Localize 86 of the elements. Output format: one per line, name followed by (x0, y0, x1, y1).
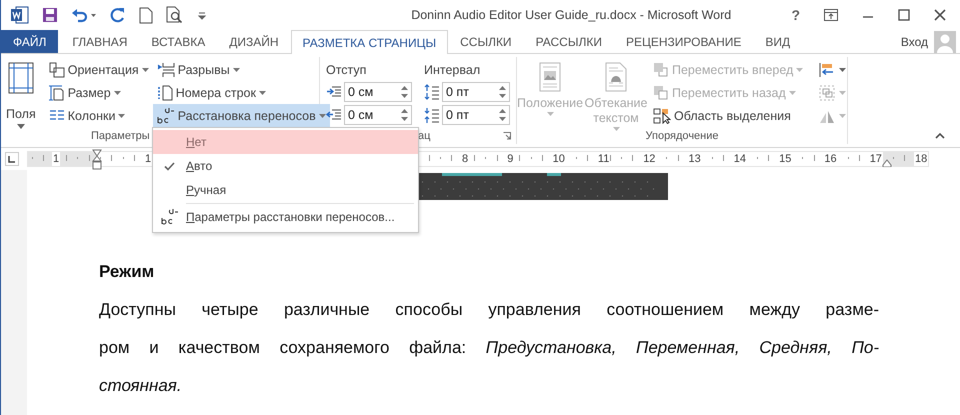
sign-in-link[interactable]: Вход (900, 34, 928, 48)
section-heading: Режим (99, 261, 156, 283)
window-title: Doninn Audio Editor User Guide_ru.docx - Microsoft Word (410, 8, 732, 22)
caret-icon (839, 114, 846, 118)
redo-icon[interactable] (110, 7, 126, 23)
section-label: Отступ (326, 62, 368, 79)
align-icon (819, 62, 836, 78)
caret-icon (142, 68, 149, 72)
ribbon-button[interactable]: Область выделения (649, 104, 808, 127)
help-button[interactable]: ? (791, 7, 800, 23)
spin-field[interactable]: 0 см (344, 104, 412, 124)
indent-left-icon (326, 86, 342, 98)
page-break-icon (156, 62, 175, 78)
hyphenation-icon (160, 209, 178, 225)
group-icon (819, 84, 836, 100)
spin-arrows-icon[interactable] (499, 108, 506, 122)
undo-icon[interactable] (71, 7, 97, 23)
customize-caret-icon[interactable] (197, 10, 207, 20)
ribbon-button[interactable]: Размер (44, 81, 153, 104)
spin-field[interactable]: 0 пт (442, 82, 510, 102)
checkmark-icon (164, 162, 175, 170)
ruler-number: 1 (52, 152, 60, 166)
ribbon-display-icon[interactable] (824, 9, 838, 21)
caret-icon (839, 90, 846, 94)
ribbon-tab[interactable]: ССЫЛКИ (448, 30, 524, 53)
hyphenation-icon (156, 108, 175, 124)
ribbon-button[interactable]: Ориентация (44, 58, 153, 81)
margins-button[interactable]: Поля (1, 58, 41, 128)
ribbon-tab[interactable]: ГЛАВНАЯ (60, 30, 140, 53)
ribbon-button[interactable]: Колонки (44, 104, 153, 127)
group-label: Параметры (91, 130, 150, 142)
caret-icon (232, 68, 240, 72)
new-document-icon[interactable] (139, 6, 153, 24)
spacing-before-icon (424, 84, 440, 100)
ribbon-button[interactable]: Номера строк (152, 81, 330, 104)
caret-icon (114, 90, 121, 94)
file-tab[interactable]: ФАЙЛ (1, 30, 58, 53)
menu-item[interactable]: Параметры расстановки переносов... (153, 205, 418, 229)
collapse-ribbon-icon[interactable] (935, 132, 945, 139)
close-icon[interactable] (934, 9, 946, 21)
spin-arrows-icon[interactable] (499, 84, 506, 98)
dialog-launcher-icon[interactable] (503, 132, 511, 140)
indent-marker-icon[interactable] (92, 149, 102, 171)
caret-icon (612, 127, 620, 131)
line-numbers-icon (156, 84, 173, 100)
text-wrap-icon (605, 62, 627, 92)
indent-right-icon (326, 108, 342, 120)
bring-forward-icon (653, 62, 669, 78)
caret-icon (796, 68, 804, 72)
spin-arrows-icon[interactable] (401, 108, 408, 122)
save-icon[interactable] (42, 7, 58, 23)
spin-field[interactable]: 0 пт (442, 104, 510, 124)
caret-icon (118, 114, 126, 118)
word-logo-icon[interactable] (11, 6, 29, 24)
spin-arrows-icon[interactable] (401, 84, 408, 98)
ribbon-tab[interactable]: ВИД (753, 30, 802, 53)
group-label: ац (418, 130, 430, 142)
page-size-icon (48, 84, 65, 100)
selection-pane-icon (653, 108, 671, 124)
caret-icon (258, 90, 266, 94)
caret-icon (16, 124, 25, 129)
ribbon-tab[interactable]: РАЗМЕТКА СТРАНИЦЫ (290, 30, 448, 54)
ribbon-button[interactable]: Расстановка переносов (152, 104, 330, 127)
group-label: Упорядочение (646, 130, 718, 142)
caret-icon (788, 90, 796, 94)
menu-item[interactable]: Нет (153, 130, 418, 154)
caret-icon (839, 68, 846, 72)
margins-icon (8, 62, 34, 94)
caret-icon (318, 114, 326, 118)
spacing-after-icon (424, 106, 440, 122)
ribbon-tab[interactable]: РЕЦЕНЗИРОВАНИЕ (614, 30, 754, 53)
orientation-icon (48, 62, 65, 78)
ribbon-tab[interactable]: ДИЗАЙН (217, 30, 291, 53)
section-label: Интервал (424, 62, 482, 79)
maximize-icon[interactable] (898, 9, 910, 21)
spin-field[interactable]: 0 см (344, 82, 412, 102)
print-preview-icon[interactable] (166, 6, 184, 24)
ribbon-tab[interactable]: РАССЫЛКИ (524, 30, 614, 53)
right-indent-marker-icon[interactable] (882, 159, 892, 167)
image-position-icon (539, 62, 561, 92)
paragraph: Доступны четыре различные способы управления соотношением между разме- ром и качеством сохраняемого файла: Предустановка, Переменная, Средняя, По- стоянная. (99, 299, 879, 397)
send-backward-icon (653, 84, 669, 100)
ruler-number: 18 (914, 152, 928, 166)
caret-icon (546, 112, 554, 116)
tab-selector-icon[interactable] (5, 152, 19, 166)
ribbon-tab[interactable]: ВСТАВКА (139, 30, 218, 53)
